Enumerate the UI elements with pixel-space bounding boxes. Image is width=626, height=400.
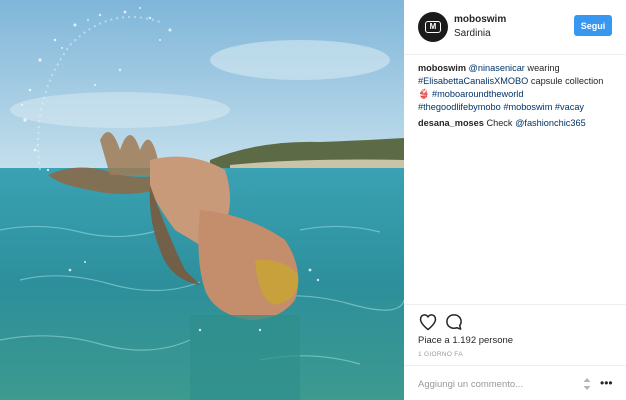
mention-link[interactable]: @fashionchic365 [515, 118, 586, 128]
comments-section: moboswim @ninasenicar wearing #Elisabett… [418, 62, 618, 133]
hashtag-link[interactable]: #moboswim [503, 102, 552, 112]
caption-text: capsule collection [528, 76, 604, 86]
caption-line-2: #ElisabettaCanalisXMOBO capsule collecti… [418, 75, 618, 88]
post-photo[interactable] [0, 0, 404, 400]
more-options-icon[interactable]: ••• [600, 375, 613, 391]
caption-text: wearing [524, 63, 560, 73]
post-timestamp[interactable]: 1 GIORNO FA [418, 351, 463, 358]
caption-line-3: 👙 #moboaroundtheworld [418, 88, 618, 101]
caption-line-4: #thegoodlifebymobo #moboswim #vacay [418, 101, 618, 114]
avatar[interactable]: M [418, 12, 448, 42]
add-comment-bar: ••• [404, 365, 626, 400]
likes-count[interactable]: Piace a 1.192 persone [418, 335, 513, 346]
caption-line-1: moboswim @ninasenicar wearing [418, 62, 618, 75]
post-sidebar: M moboswim Sardinia Segui moboswim @nina… [404, 0, 626, 400]
hashtag-link[interactable]: #ElisabettaCanalisXMOBO [418, 76, 528, 86]
follow-button[interactable]: Segui [574, 15, 612, 36]
hashtag-link[interactable]: #thegoodlifebymobo [418, 102, 501, 112]
post-photo-image [0, 0, 404, 400]
comment-item: desana_moses Check @fashionchic365 [418, 117, 618, 130]
username-link[interactable]: moboswim [454, 14, 506, 25]
caption-username-link[interactable]: moboswim [418, 63, 466, 73]
post-header: M moboswim Sardinia Segui [404, 0, 626, 55]
comment-line: desana_moses Check @fashionchic365 [418, 117, 618, 130]
mention-link[interactable]: @ninasenicar [469, 63, 525, 73]
comment-text: Check [486, 118, 516, 128]
up-down-icon[interactable] [581, 377, 593, 391]
mobo-logo-icon: M [425, 21, 441, 33]
actions-divider [404, 304, 626, 305]
comment-bubble-icon[interactable] [444, 312, 464, 332]
location-link[interactable]: Sardinia [454, 28, 491, 39]
heart-icon[interactable] [418, 312, 438, 332]
hashtag-link[interactable]: #moboaroundtheworld [432, 89, 523, 99]
comment-username-link[interactable]: desana_moses [418, 118, 484, 128]
add-comment-input[interactable] [418, 376, 568, 392]
caption-comment: moboswim @ninasenicar wearing #Elisabett… [418, 62, 618, 114]
bikini-emoji-icon: 👙 [418, 89, 430, 99]
hashtag-link[interactable]: #vacay [555, 102, 584, 112]
